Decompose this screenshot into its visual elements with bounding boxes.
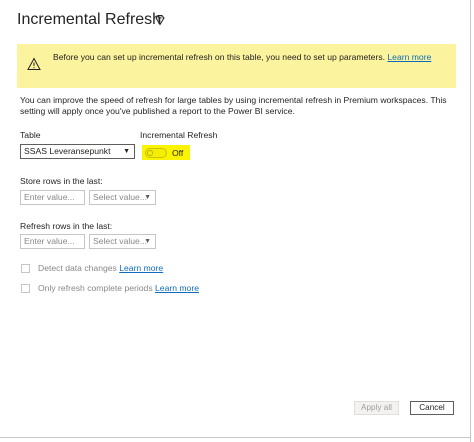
complete-periods-label: Only refresh complete periods [38,283,153,293]
toggle-state-label: Off [172,148,184,158]
dialog-bottom-edge [0,437,471,438]
incremental-refresh-dialog: Incremental Refresh Before you can set u… [0,0,470,442]
dialog-right-edge [470,0,471,442]
warning-icon [27,57,41,70]
store-unit-placeholder: Select value... [93,192,147,202]
detect-changes-option: Detect data changes Learn more [38,263,163,273]
chevron-down-icon: ▼ [144,194,151,201]
banner-text: Before you can set up incremental refres… [53,52,386,62]
complete-periods-checkbox[interactable] [21,284,30,293]
store-unit-select[interactable]: Select value... ▼ [89,190,156,205]
table-select-value: SSAS Leveransepunkt [24,146,111,156]
detect-learn-more-link[interactable]: Learn more [119,263,163,273]
store-value-input[interactable]: Enter value... [20,190,85,205]
chevron-down-icon: ▼ [144,238,151,245]
detect-changes-checkbox[interactable] [21,264,30,273]
apply-all-button[interactable]: Apply all [354,401,399,415]
description: You can improve the speed of refresh for… [20,95,460,117]
chevron-down-icon: ▼ [123,148,130,155]
refresh-unit-placeholder: Select value... [93,236,147,246]
complete-periods-option: Only refresh complete periods Learn more [38,283,199,293]
refresh-rows-label: Refresh rows in the last: [20,221,113,231]
incremental-refresh-label: Incremental Refresh [140,130,218,140]
table-select[interactable]: SSAS Leveransepunkt ▼ [20,144,135,159]
toggle-knob [147,150,153,156]
description-line-1: You can improve the speed of refresh for… [20,95,447,105]
description-line-2: setting will apply once you've published… [20,106,295,116]
refresh-unit-select[interactable]: Select value... ▼ [89,234,156,249]
detect-changes-label: Detect data changes [38,263,117,273]
banner-learn-more-link[interactable]: Learn more [387,52,431,62]
diamond-icon [155,15,165,26]
table-label: Table [20,130,41,140]
store-rows-label: Store rows in the last: [20,176,103,186]
refresh-value-input[interactable]: Enter value... [20,234,85,249]
banner-message: Before you can set up incremental refres… [53,52,431,62]
warning-banner: Before you can set up incremental refres… [17,44,456,88]
complete-learn-more-link[interactable]: Learn more [155,283,199,293]
store-value-placeholder: Enter value... [24,192,75,202]
refresh-value-placeholder: Enter value... [24,236,75,246]
cancel-button[interactable]: Cancel [410,401,454,415]
dialog-title: Incremental Refresh [17,11,162,28]
